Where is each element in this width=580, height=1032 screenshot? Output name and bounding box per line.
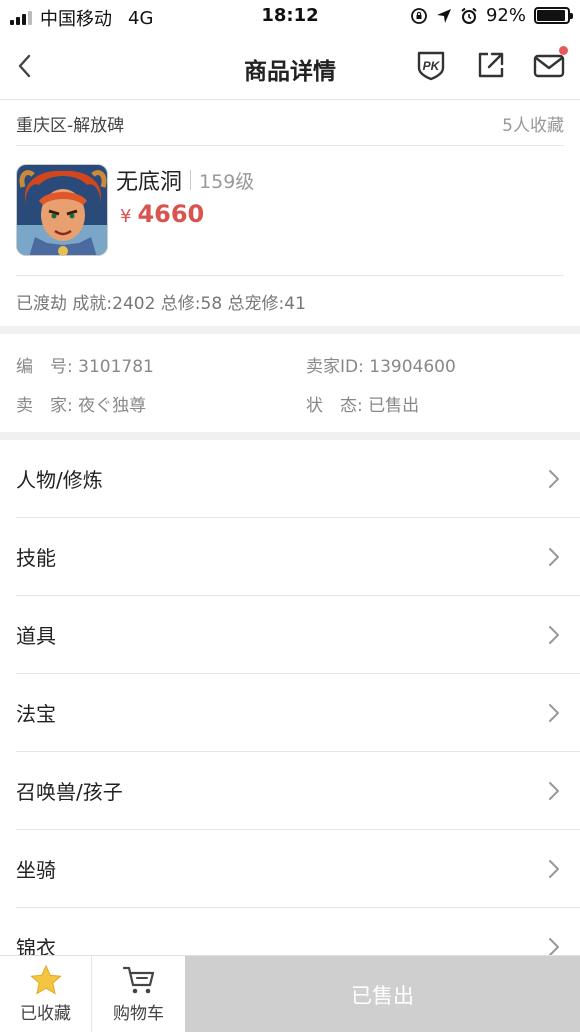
section-label: 法宝 — [16, 702, 56, 726]
character-avatar — [16, 164, 108, 256]
location-row: 重庆区-解放碑 5人收藏 — [16, 101, 564, 146]
section-character-cultivation[interactable]: 人物/修炼 — [16, 440, 580, 518]
star-icon — [29, 965, 62, 995]
product-summary: 无底洞 159级 ¥ 4660 — [16, 146, 564, 276]
chevron-right-icon — [549, 470, 559, 488]
character-portrait — [17, 165, 107, 255]
seller-id: 卖家ID: 13904600 — [306, 352, 456, 377]
section-items[interactable]: 道具 — [16, 596, 580, 674]
status-value: 已售出 — [368, 396, 420, 416]
favorite-label: 已收藏 — [20, 1004, 71, 1024]
status-bar: 中国移动 4G 18:12 92% — [0, 0, 580, 32]
product-name: 无底洞 — [116, 170, 183, 195]
section-label: 召唤兽/孩子 — [16, 780, 123, 804]
chevron-right-icon — [549, 704, 559, 722]
notification-dot — [559, 46, 568, 55]
orientation-lock-icon — [411, 7, 427, 24]
product-level: 159级 — [199, 170, 255, 193]
product-name-row: 无底洞 159级 — [116, 164, 254, 196]
battery-icon — [534, 7, 573, 24]
section-label: 技能 — [16, 546, 56, 570]
favorite-button[interactable]: 已收藏 — [0, 956, 92, 1032]
seller: 卖 家: 夜ぐ独尊 — [16, 391, 146, 416]
favorites-count: 5人收藏 — [502, 115, 564, 136]
section-divider — [0, 432, 580, 440]
section-summons[interactable]: 召唤兽/孩子 — [16, 752, 580, 830]
cart-button[interactable]: 购物车 — [92, 956, 185, 1032]
battery-percent: 92% — [485, 5, 526, 26]
svg-text:PK: PK — [423, 59, 441, 73]
section-mounts[interactable]: 坐骑 — [16, 830, 580, 908]
section-skills[interactable]: 技能 — [16, 518, 580, 596]
chevron-right-icon — [549, 782, 559, 800]
item-id: 编 号: 3101781 — [16, 352, 154, 377]
character-stats: 已渡劫 成就:2402 总修:58 总宠修:41 — [16, 293, 306, 314]
message-button[interactable] — [532, 46, 568, 82]
trade-status: 状 态: 已售出 — [306, 391, 419, 416]
seller-id-label: 卖家ID: — [306, 357, 364, 377]
bottom-bar: 已收藏 购物车 已售出 — [0, 955, 580, 1032]
section-label: 道具 — [16, 624, 56, 648]
section-divider — [0, 326, 580, 334]
nav-bar: 商品详情 PK — [0, 32, 580, 100]
item-id-label: 编 号: — [16, 357, 73, 377]
status-bar-right: 92% — [410, 5, 573, 26]
section-label: 坐骑 — [16, 858, 56, 882]
chevron-right-icon — [549, 626, 559, 644]
name-divider — [190, 170, 192, 190]
alarm-icon — [461, 7, 477, 24]
seller-id-value: 13904600 — [369, 357, 456, 377]
location-icon — [436, 8, 451, 23]
status-label: 状 态: — [306, 396, 363, 416]
price-symbol: ¥ — [120, 206, 132, 227]
trade-info: 编 号: 3101781 卖家ID: 13904600 卖 家: 夜ぐ独尊 状 … — [16, 334, 564, 432]
section-treasures[interactable]: 法宝 — [16, 674, 580, 752]
share-icon[interactable] — [474, 48, 508, 82]
product-price: ¥ 4660 — [120, 200, 204, 228]
sold-out-button[interactable]: 已售出 — [185, 956, 580, 1032]
chevron-right-icon — [549, 860, 559, 878]
chevron-right-icon — [549, 548, 559, 566]
pk-icon[interactable]: PK — [414, 48, 448, 82]
cart-icon — [122, 966, 154, 994]
detail-sections: 人物/修炼 技能 道具 法宝 召唤兽/孩子 坐骑 锦衣 — [0, 440, 580, 986]
seller-value: 夜ぐ独尊 — [78, 396, 147, 416]
section-label: 人物/修炼 — [16, 468, 103, 492]
location-text: 重庆区-解放碑 — [16, 115, 125, 136]
seller-label: 卖 家: — [16, 396, 73, 416]
price-value: 4660 — [137, 200, 205, 228]
chevron-right-icon — [549, 938, 559, 956]
item-id-value: 3101781 — [78, 357, 154, 377]
cart-label: 购物车 — [113, 1004, 164, 1024]
